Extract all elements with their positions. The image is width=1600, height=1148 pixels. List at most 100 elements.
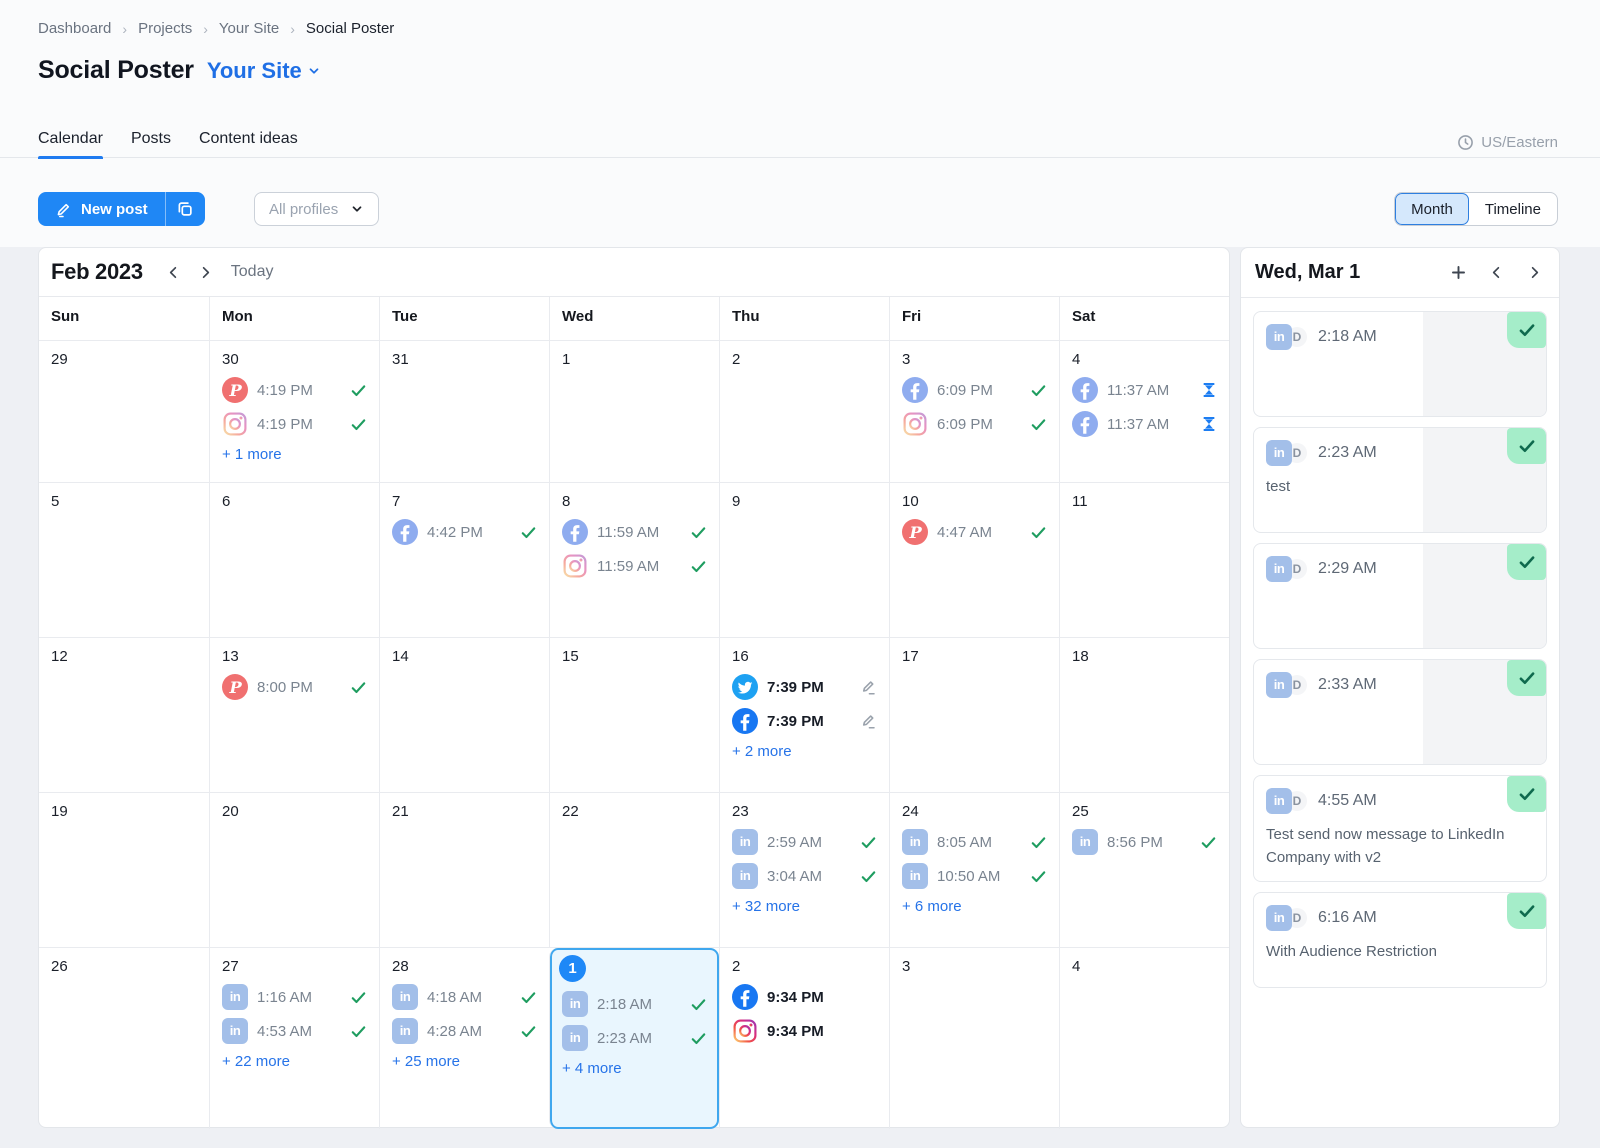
tab-posts[interactable]: Posts (131, 130, 171, 159)
more-posts-link[interactable]: + 6 more (902, 898, 1047, 915)
calendar-day-cell[interactable]: 27in1:16 AMin4:53 AM+ 22 more (209, 948, 379, 1129)
view-toggle-month[interactable]: Month (1395, 193, 1469, 225)
calendar-day-cell[interactable]: 3 (889, 948, 1059, 1129)
bulk-post-button[interactable] (166, 192, 205, 226)
calendar-day-cell[interactable]: 4 (1059, 948, 1229, 1129)
more-posts-link[interactable]: + 2 more (732, 743, 877, 760)
calendar-day-cell[interactable]: 14 (379, 638, 549, 792)
day-post-card[interactable]: inD4:55 AMTest send now message to Linke… (1253, 775, 1547, 882)
calendar-day-cell[interactable]: 29 (39, 341, 209, 482)
edit-pencil-icon[interactable] (859, 712, 877, 730)
calendar-day-cell[interactable]: 25in8:56 PM (1059, 793, 1229, 947)
calendar-post[interactable]: in10:50 AM (902, 863, 1047, 889)
prev-month-button[interactable] (161, 259, 187, 285)
next-day-button[interactable] (1521, 260, 1547, 286)
calendar-day-cell[interactable]: 19 (39, 793, 209, 947)
next-month-button[interactable] (193, 259, 219, 285)
calendar-day-cell[interactable]: 10P4:47 AM (889, 483, 1059, 637)
calendar-post[interactable]: 7:39 PM (732, 708, 877, 734)
calendar-day-cell[interactable]: 23in2:59 AMin3:04 AM+ 32 more (719, 793, 889, 947)
more-posts-link[interactable]: + 32 more (732, 898, 877, 915)
breadcrumb-projects[interactable]: Projects (138, 20, 192, 37)
calendar-day-cell[interactable]: 21 (379, 793, 549, 947)
breadcrumb-dashboard[interactable]: Dashboard (38, 20, 111, 37)
calendar-day-cell[interactable]: 18 (1059, 638, 1229, 792)
calendar-post[interactable]: 4:19 PM (222, 411, 367, 437)
view-toggle-timeline[interactable]: Timeline (1469, 193, 1557, 225)
card-header: inD2:29 AM (1266, 556, 1534, 582)
calendar-day-cell[interactable]: 31 (379, 341, 549, 482)
calendar-post[interactable]: P4:47 AM (902, 519, 1047, 545)
calendar-post[interactable]: in8:56 PM (1072, 829, 1217, 855)
calendar-day-cell[interactable]: 15 (549, 638, 719, 792)
calendar-day-cell[interactable]: 17 (889, 638, 1059, 792)
calendar-post[interactable]: 4:42 PM (392, 519, 537, 545)
breadcrumb-your-site[interactable]: Your Site (219, 20, 279, 37)
calendar-day-cell[interactable]: 22 (549, 793, 719, 947)
calendar-day-cell[interactable]: 29:34 PM9:34 PM (719, 948, 889, 1129)
add-post-button[interactable] (1445, 260, 1471, 286)
calendar-day-cell[interactable]: 6 (209, 483, 379, 637)
site-selector-dropdown[interactable]: Your Site (207, 58, 321, 84)
tab-calendar[interactable]: Calendar (38, 130, 103, 159)
more-posts-link[interactable]: + 25 more (392, 1053, 537, 1070)
calendar-post[interactable]: in2:59 AM (732, 829, 877, 855)
calendar-day-cell[interactable]: 12 (39, 638, 209, 792)
calendar-post[interactable]: 7:39 PM (732, 674, 877, 700)
card-header: inD4:55 AM (1266, 788, 1534, 814)
calendar-post[interactable]: 9:34 PM (732, 1018, 877, 1044)
day-post-card[interactable]: inD2:23 AMtest (1253, 427, 1547, 533)
date-number: 15 (562, 648, 707, 665)
calendar-post[interactable]: in4:18 AM (392, 984, 537, 1010)
calendar-day-cell[interactable]: 2 (719, 341, 889, 482)
calendar-post[interactable]: 6:09 PM (902, 411, 1047, 437)
calendar-day-cell[interactable]: 20 (209, 793, 379, 947)
new-post-button[interactable]: New post (38, 192, 166, 226)
more-posts-link[interactable]: + 22 more (222, 1053, 367, 1070)
prev-day-button[interactable] (1483, 260, 1509, 286)
edit-pencil-icon[interactable] (859, 678, 877, 696)
calendar-post[interactable]: 11:37 AM (1072, 377, 1217, 403)
calendar-day-cell[interactable]: 30P4:19 PM4:19 PM+ 1 more (209, 341, 379, 482)
calendar-day-cell[interactable]: 1in2:18 AMin2:23 AM+ 4 more (549, 948, 719, 1129)
calendar-day-cell[interactable]: 9 (719, 483, 889, 637)
calendar-day-cell[interactable]: 411:37 AM11:37 AM (1059, 341, 1229, 482)
day-post-card[interactable]: inD2:18 AM (1253, 311, 1547, 417)
calendar-day-cell[interactable]: 13P8:00 PM (209, 638, 379, 792)
calendar-post[interactable]: 11:59 AM (562, 553, 707, 579)
profiles-filter-dropdown[interactable]: All profiles (254, 192, 379, 226)
calendar-post[interactable]: 9:34 PM (732, 984, 877, 1010)
calendar-day-cell[interactable]: 74:42 PM (379, 483, 549, 637)
calendar-day-cell[interactable]: 1 (549, 341, 719, 482)
tab-content-ideas[interactable]: Content ideas (199, 130, 298, 159)
calendar-post[interactable]: in1:16 AM (222, 984, 367, 1010)
day-post-card[interactable]: inD2:33 AM (1253, 659, 1547, 765)
post-list: 9:34 PM 9:34 PM (732, 984, 877, 1044)
calendar-post[interactable]: 6:09 PM (902, 377, 1047, 403)
calendar-post[interactable]: in3:04 AM (732, 863, 877, 889)
calendar-post[interactable]: in2:18 AM (562, 991, 707, 1017)
calendar-post[interactable]: 11:59 AM (562, 519, 707, 545)
calendar-post[interactable]: in2:23 AM (562, 1025, 707, 1051)
calendar-post[interactable]: P8:00 PM (222, 674, 367, 700)
calendar-day-cell[interactable]: 11 (1059, 483, 1229, 637)
calendar-post[interactable]: P4:19 PM (222, 377, 367, 403)
more-posts-link[interactable]: + 1 more (222, 446, 367, 463)
calendar-day-cell[interactable]: 167:39 PM7:39 PM+ 2 more (719, 638, 889, 792)
calendar-day-cell[interactable]: 26 (39, 948, 209, 1129)
calendar-day-cell[interactable]: 28in4:18 AMin4:28 AM+ 25 more (379, 948, 549, 1129)
check-icon (860, 868, 877, 885)
date-number: 1 (562, 351, 707, 368)
calendar-day-cell[interactable]: 36:09 PM6:09 PM (889, 341, 1059, 482)
day-post-card[interactable]: inD6:16 AMWith Audience Restriction (1253, 892, 1547, 988)
more-posts-link[interactable]: + 4 more (562, 1060, 707, 1077)
calendar-day-cell[interactable]: 5 (39, 483, 209, 637)
day-post-card[interactable]: inD2:29 AM (1253, 543, 1547, 649)
calendar-post[interactable]: in4:28 AM (392, 1018, 537, 1044)
calendar-post[interactable]: in4:53 AM (222, 1018, 367, 1044)
calendar-post[interactable]: in8:05 AM (902, 829, 1047, 855)
calendar-post[interactable]: 11:37 AM (1072, 411, 1217, 437)
calendar-day-cell[interactable]: 24in8:05 AMin10:50 AM+ 6 more (889, 793, 1059, 947)
today-button[interactable]: Today (231, 263, 274, 281)
calendar-day-cell[interactable]: 811:59 AM11:59 AM (549, 483, 719, 637)
